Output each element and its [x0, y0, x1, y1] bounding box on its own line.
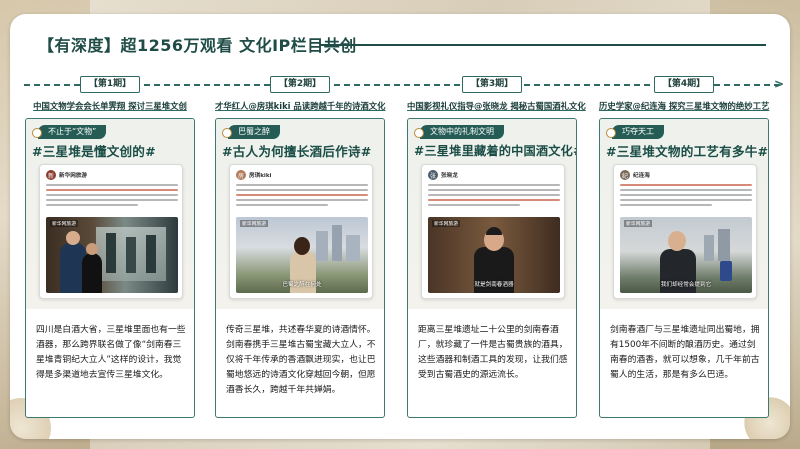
post-text	[428, 184, 560, 209]
post-text	[620, 184, 752, 209]
phase-description: 剑南春酒厂与三星堆遗址同出蜀地，拥有1500年不间断的酿酒历史。通过剑南春的酒香…	[610, 325, 760, 380]
avatar: 房	[236, 170, 246, 180]
person-head	[668, 231, 686, 251]
person-head	[66, 231, 80, 245]
phase-column-1: 【第1期】 中国文物学会会长单霁翔 探讨三星堆文创 不止于“文物” #三星堆是懂…	[25, 76, 195, 418]
topic-tag: 不止于“文物”	[31, 125, 107, 139]
city-building	[316, 231, 328, 261]
phase-label: 【第3期】	[462, 76, 522, 93]
slide: 【有深度】超1256万观看 文化IP栏目共创 > 【第1期】 中国文物学会会长单…	[10, 14, 790, 439]
phase-card: 不止于“文物” #三星堆是懂文创的# 新 新华网旅游 新华网旅游 四川是白酒大省…	[25, 118, 195, 418]
post-author: 房琪kiki	[249, 173, 272, 179]
page-title: 【有深度】超1256万观看 文化IP栏目共创	[38, 36, 357, 55]
avatar: 纪	[620, 170, 630, 180]
phase-subtitle: 中国文物学会会长单霁翔 探讨三星堆文创	[33, 101, 187, 111]
hashtag-title: #三星堆是懂文创的#	[32, 144, 156, 159]
title-row: 【有深度】超1256万观看 文化IP栏目共创	[38, 32, 357, 56]
exhibit-bottle	[146, 235, 156, 273]
phase-subtitle: 历史学家@纪连海 探究三星堆文物的绝妙工艺	[599, 101, 770, 111]
phase-label: 【第2期】	[270, 76, 330, 93]
phase-description: 传奇三星堆，共述春华夏的诗酒情怀。剑南春携手三星堆古蜀宝藏大立人，不仅将千年传承…	[226, 325, 376, 395]
city-building	[346, 235, 360, 261]
post-header: 张 张晓龙	[428, 170, 458, 180]
post-video-thumbnail[interactable]: 新华网旅游 就是剑南春酒器	[428, 217, 560, 293]
post-header: 新 新华网旅游	[46, 170, 87, 180]
video-caption: 就是剑南春酒器	[474, 282, 514, 288]
phase-card: 巧夺天工 #三星堆文物的工艺有多牛# 纪 纪连海 新华网旅游 我们却经常会提到它…	[599, 118, 769, 418]
hashtag-title: #三星堆里藏着的中国酒文化#	[414, 144, 577, 158]
exhibit-bottle	[106, 233, 116, 273]
city-building	[704, 235, 714, 261]
topic-tag: 巴蜀之醉	[222, 125, 280, 139]
post-video-thumbnail[interactable]: 新华网旅游 我们却经常会提到它	[620, 217, 752, 293]
post-video-thumbnail[interactable]: 新华网旅游 巴蜀之醉在何处	[236, 217, 368, 293]
timeline-arrow-icon: >	[773, 77, 784, 91]
social-post-screenshot: 张 张晓龙 新华网旅游 就是剑南春酒器	[421, 164, 565, 299]
post-text	[46, 184, 178, 209]
video-watermark: 新华网旅游	[50, 220, 78, 227]
social-post-screenshot: 房 房琪kiki 新华网旅游 巴蜀之醉在何处	[229, 164, 373, 299]
video-watermark: 新华网旅游	[240, 220, 268, 227]
phase-label: 【第4期】	[654, 76, 714, 93]
liquor-bottle	[720, 261, 732, 281]
post-author: 新华网旅游	[59, 173, 87, 179]
hashtag-title: #古人为何擅长酒后作诗#	[222, 144, 372, 159]
avatar: 张	[428, 170, 438, 180]
phase-column-2: 【第2期】 才华红人@房琪kiki 品读跨越千年的诗酒文化 巴蜀之醉 #古人为何…	[215, 76, 386, 418]
phase-column-4: 【第4期】 历史学家@纪连海 探究三星堆文物的绝妙工艺 巧夺天工 #三星堆文物的…	[599, 76, 769, 418]
phase-card: 巴蜀之醉 #古人为何擅长酒后作诗# 房 房琪kiki 新华网旅游 巴蜀之醉在何处…	[215, 118, 385, 418]
video-watermark: 新华网旅游	[624, 220, 652, 227]
title-divider	[320, 44, 766, 46]
video-caption: 我们却经常会提到它	[660, 282, 712, 288]
post-header: 房 房琪kiki	[236, 170, 271, 180]
post-video-thumbnail[interactable]: 新华网旅游	[46, 217, 178, 293]
phase-label: 【第1期】	[80, 76, 140, 93]
phase-subtitle: 中国影视礼仪指导@张晓龙 揭秘古蜀国酒礼文化	[407, 101, 586, 111]
phase-description: 距离三星堆遗址二十公里的剑南春酒厂，就珍藏了一件是古蜀贵族的酒具，这些酒器和制酒…	[418, 325, 568, 380]
phase-subtitle: 才华红人@房琪kiki 品读跨越千年的诗酒文化	[215, 101, 386, 111]
social-post-screenshot: 纪 纪连海 新华网旅游 我们却经常会提到它	[613, 164, 757, 299]
topic-tag: 巧夺天工	[606, 125, 664, 139]
social-post-screenshot: 新 新华网旅游 新华网旅游	[39, 164, 183, 299]
person-hair	[486, 227, 502, 235]
city-building	[332, 225, 342, 261]
phase-description: 四川是白酒大省，三星堆里面也有一些酒器，那么跨界联名做了像“剑南春三星堆青铜纪大…	[36, 325, 186, 380]
video-caption: 巴蜀之醉在何处	[282, 282, 322, 288]
phase-card: 文物中的礼制文明 #三星堆里藏着的中国酒文化# 张 张晓龙 新华网旅游 就是剑南…	[407, 118, 577, 418]
person-head	[86, 243, 98, 255]
avatar: 新	[46, 170, 56, 180]
post-header: 纪 纪连海	[620, 170, 650, 180]
city-building	[718, 229, 730, 261]
person-head	[294, 237, 310, 255]
exhibit-bottle	[126, 237, 136, 273]
hashtag-title: #三星堆文物的工艺有多牛#	[606, 144, 769, 159]
post-text	[236, 184, 368, 209]
post-author: 纪连海	[633, 173, 650, 179]
post-author: 张晓龙	[441, 173, 458, 179]
phase-column-3: 【第3期】 中国影视礼仪指导@张晓龙 揭秘古蜀国酒礼文化 文物中的礼制文明 #三…	[407, 76, 586, 418]
topic-tag: 文物中的礼制文明	[414, 125, 504, 139]
person-figure	[82, 253, 102, 293]
video-watermark: 新华网旅游	[432, 220, 460, 227]
